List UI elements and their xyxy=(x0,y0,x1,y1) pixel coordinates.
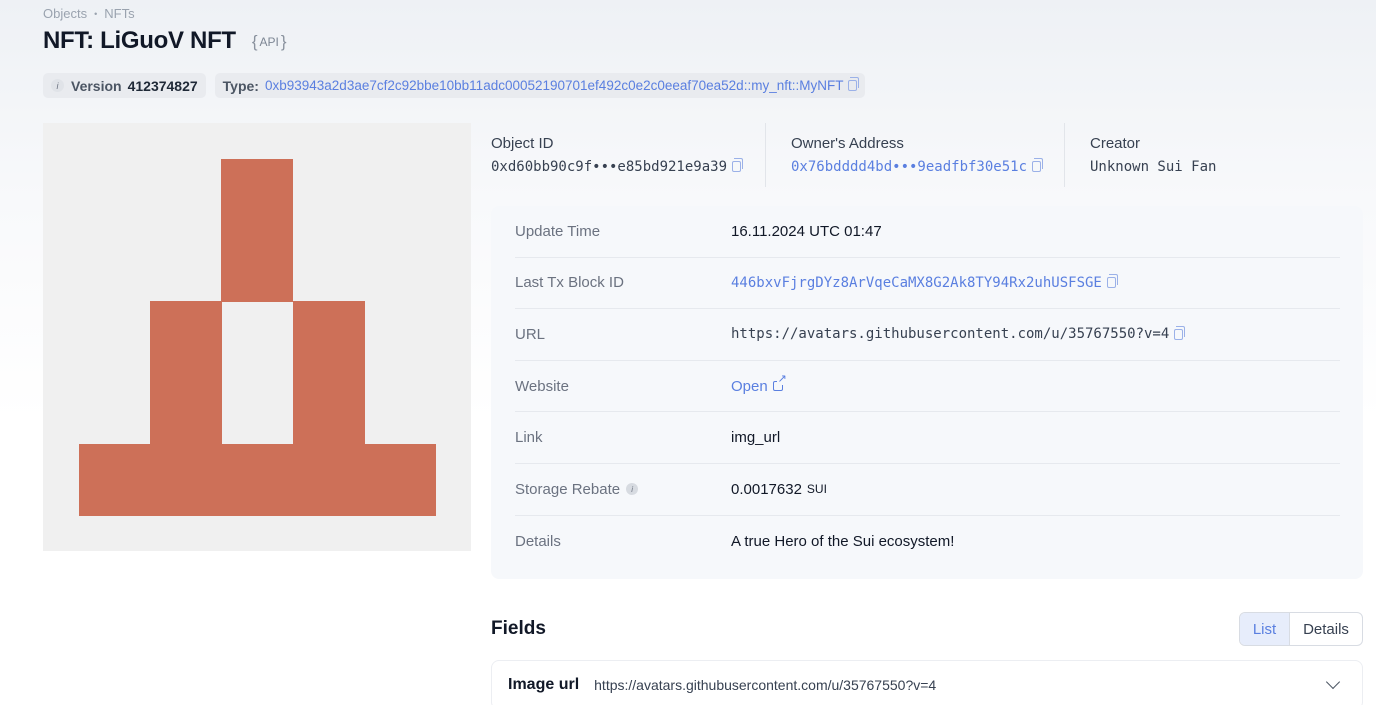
type-badge: Type: 0xb93943a2d3ae7cf2c92bbe10bb11adc0… xyxy=(214,73,866,98)
api-link[interactable]: { API } xyxy=(252,32,287,52)
detail-row-link: Link img_url xyxy=(515,412,1340,464)
link-label: Link xyxy=(515,429,543,447)
url-value: https://avatars.githubusercontent.com/u/… xyxy=(731,326,1170,343)
last-tx-row: 446bxvFjrgDYz8ArVqeCaMX8G2Ak8TY94Rx2uhUS… xyxy=(731,274,1118,291)
breadcrumb-separator: • xyxy=(94,8,98,19)
details-card: Update Time 16.11.2024 UTC 01:47 Last Tx… xyxy=(491,206,1363,579)
creator-column: Creator Unknown Sui Fan xyxy=(1064,123,1241,187)
object-id-label: Object ID xyxy=(491,135,554,152)
breadcrumb: Objects • NFTs xyxy=(43,6,135,21)
toggle-list-button[interactable]: List xyxy=(1240,613,1290,645)
field-name: Image url xyxy=(508,676,580,693)
breadcrumb-nfts[interactable]: NFTs xyxy=(104,6,134,21)
owner-column: Owner's Address 0x76bdddd4bd•••9eadfbf30… xyxy=(765,123,1064,187)
version-label: Version xyxy=(71,77,122,94)
creator-row: Unknown Sui Fan xyxy=(1090,158,1216,175)
object-id-value: 0xd60bb90c9f•••e85bd921e9a39 xyxy=(491,159,728,175)
storage-rebate-unit: SUI xyxy=(806,482,827,497)
detail-row-update-time: Update Time 16.11.2024 UTC 01:47 xyxy=(515,206,1340,258)
detail-row-last-tx: Last Tx Block ID 446bxvFjrgDYz8ArVqeCaMX… xyxy=(515,258,1340,310)
details-label: Details xyxy=(515,532,561,550)
api-brace-close: } xyxy=(280,32,287,51)
field-item-image-url[interactable]: Image url https://avatars.githubusercont… xyxy=(491,660,1363,705)
last-tx-label: Last Tx Block ID xyxy=(515,274,624,292)
storage-rebate-value: 0.0017632 xyxy=(731,480,802,498)
detail-row-details: Details A true Hero of the Sui ecosystem… xyxy=(515,516,1340,568)
object-id-column: Object ID 0xd60bb90c9f•••e85bd921e9a39 xyxy=(491,123,765,187)
website-row: Open xyxy=(731,374,787,395)
nft-image-graphic xyxy=(43,123,471,551)
nft-block-right xyxy=(293,301,365,445)
last-tx-link[interactable]: 446bxvFjrgDYz8ArVqeCaMX8G2Ak8TY94Rx2uhUS… xyxy=(731,275,1102,291)
detail-row-url: URL https://avatars.githubusercontent.co… xyxy=(515,309,1340,361)
nft-image xyxy=(43,123,471,551)
nft-block-base xyxy=(79,444,436,516)
type-label: Type: xyxy=(222,77,259,94)
link-value: img_url xyxy=(731,429,781,447)
copy-icon[interactable] xyxy=(1174,325,1186,340)
version-value: 412374827 xyxy=(127,77,198,94)
url-label: URL xyxy=(515,325,546,343)
owner-row: 0x76bdddd4bd•••9eadfbf30e51c xyxy=(791,158,1044,175)
nft-block-left xyxy=(150,301,222,445)
toggle-details-button[interactable]: Details xyxy=(1290,613,1362,645)
type-value-link[interactable]: 0xb93943a2d3ae7cf2c92bbe10bb11adc0005219… xyxy=(265,78,843,93)
object-meta: Object ID 0xd60bb90c9f•••e85bd921e9a39 O… xyxy=(491,123,1241,187)
storage-rebate-row: 0.0017632 SUI xyxy=(731,481,827,498)
owner-address-link[interactable]: 0x76bdddd4bd•••9eadfbf30e51c xyxy=(791,159,1027,175)
update-time-value: 16.11.2024 UTC 01:47 xyxy=(731,222,882,240)
object-badges: i Version 412374827 Type: 0xb93943a2d3ae… xyxy=(43,73,866,98)
copy-icon[interactable] xyxy=(732,158,744,172)
external-link-icon[interactable] xyxy=(772,374,787,392)
fields-title: Fields xyxy=(491,618,546,639)
details-value: A true Hero of the Sui ecosystem! xyxy=(731,532,955,550)
api-label: API xyxy=(259,35,279,49)
object-id-row: 0xd60bb90c9f•••e85bd921e9a39 xyxy=(491,158,744,175)
owner-label: Owner's Address xyxy=(791,135,904,152)
url-row: https://avatars.githubusercontent.com/u/… xyxy=(731,325,1186,343)
breadcrumb-objects[interactable]: Objects xyxy=(43,6,87,21)
detail-row-website: Website Open xyxy=(515,361,1340,413)
copy-icon[interactable] xyxy=(1106,274,1118,289)
title-row: NFT: LiGuoV NFT { API } xyxy=(43,27,287,55)
page-title: NFT: LiGuoV NFT xyxy=(43,27,236,54)
field-value: https://avatars.githubusercontent.com/u/… xyxy=(594,677,937,693)
fields-view-toggle: List Details xyxy=(1239,612,1363,646)
info-icon[interactable]: i xyxy=(626,483,639,496)
version-badge: i Version 412374827 xyxy=(43,73,206,98)
nft-block-top xyxy=(221,159,293,302)
detail-row-storage-rebate: Storage Rebate i 0.0017632 SUI xyxy=(515,464,1340,516)
website-label: Website xyxy=(515,377,569,395)
creator-value: Unknown Sui Fan xyxy=(1090,159,1217,175)
update-time-label: Update Time xyxy=(515,222,601,240)
chevron-down-icon[interactable] xyxy=(1325,674,1341,690)
storage-rebate-label-wrap: Storage Rebate i xyxy=(515,481,731,498)
copy-icon[interactable] xyxy=(848,77,860,91)
website-open-link[interactable]: Open xyxy=(731,378,768,395)
api-brace-open: { xyxy=(251,32,258,51)
creator-label: Creator xyxy=(1090,135,1141,152)
copy-icon[interactable] xyxy=(1032,158,1044,172)
info-icon[interactable]: i xyxy=(51,79,64,92)
storage-rebate-label: Storage Rebate xyxy=(515,480,621,498)
